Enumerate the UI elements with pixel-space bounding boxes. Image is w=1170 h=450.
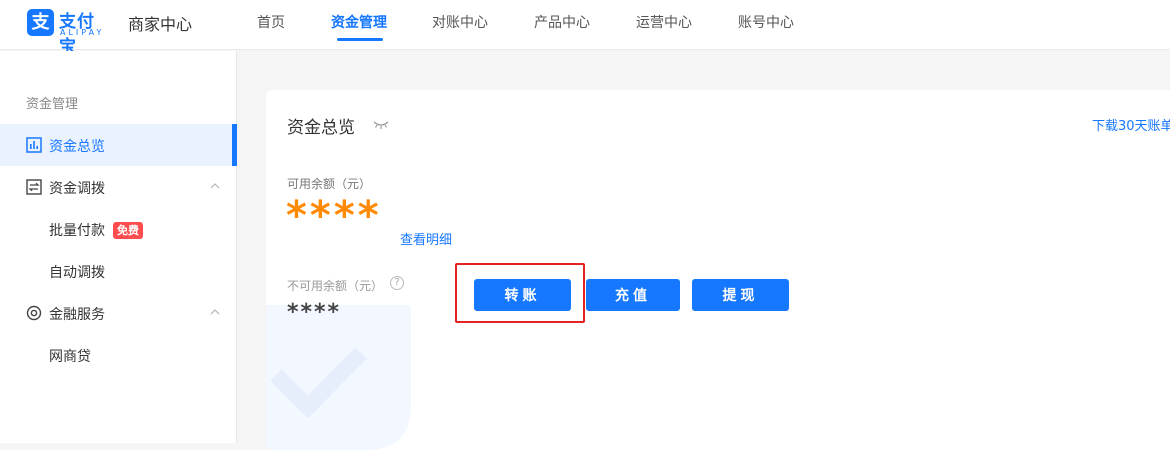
page-title: 资金总览 [287, 118, 355, 138]
unavailable-balance-value: **** [287, 300, 342, 325]
sidebar-subitem-loan[interactable]: 网商贷 [49, 346, 91, 366]
sidebar-subitem-auto-allocation[interactable]: 自动调拨 [49, 262, 105, 282]
sidebar-item-overview[interactable]: 资金总览 [0, 124, 237, 166]
unavailable-balance-label: 不可用余额（元） [287, 279, 384, 293]
sidebar: 资金管理 资金总览 资金调拨 批量付款 免费 自动调拨 金融服务 网商贷 [0, 51, 237, 443]
transfer-icon [26, 179, 42, 195]
available-balance-label: 可用余额（元） [287, 177, 372, 191]
sidebar-section-title: 资金管理 [26, 97, 79, 112]
top-bar: 支 支付宝 ALIPAY 商家中心 首页 资金管理 对账中心 产品中心 运营中心… [0, 0, 1170, 57]
transfer-highlight-box [455, 263, 585, 323]
bar-chart-icon [26, 137, 42, 153]
alipay-logo-icon: 支 [27, 9, 54, 36]
nav-account[interactable]: 账号中心 [738, 12, 794, 32]
sidebar-item-label: 金融服务 [49, 307, 105, 323]
help-icon[interactable]: ? [390, 276, 404, 290]
free-badge: 免费 [113, 222, 143, 239]
hide-eye-icon[interactable] [372, 118, 390, 130]
nav-reconciliation[interactable]: 对账中心 [432, 12, 488, 32]
sidebar-item-financial-services[interactable]: 金融服务 [0, 292, 237, 334]
funds-overview-card: 资金总览 下载30天账单 可用余额（元） **** 查看明细 不可用余额（元） … [266, 90, 1170, 450]
nav-operations[interactable]: 运营中心 [636, 12, 692, 32]
sidebar-subitem-batch-pay[interactable]: 批量付款 [49, 220, 105, 240]
view-details-link[interactable]: 查看明细 [400, 229, 452, 248]
nav-products[interactable]: 产品中心 [534, 12, 590, 32]
download-statement-link[interactable]: 下载30天账单 [1092, 115, 1170, 134]
sidebar-item-label: 资金调拨 [49, 181, 105, 197]
sidebar-item-label: 资金总览 [49, 139, 105, 155]
brand-title: 商家中心 [128, 15, 193, 34]
nav-active-indicator [337, 38, 383, 41]
alipay-logo[interactable]: 支 支付宝 ALIPAY [27, 7, 111, 57]
withdraw-button[interactable]: 提现 [692, 279, 789, 311]
nav-home[interactable]: 首页 [257, 12, 285, 32]
recharge-button[interactable]: 充值 [586, 279, 680, 311]
nav-funds[interactable]: 资金管理 [331, 12, 387, 32]
watermark-shield-icon [266, 305, 411, 450]
target-icon [26, 305, 42, 321]
available-balance-value: **** [286, 193, 382, 239]
logo-subtext: ALIPAY [60, 28, 105, 37]
chevron-up-icon[interactable] [209, 306, 221, 318]
chevron-up-icon[interactable] [209, 180, 221, 192]
sidebar-item-allocation[interactable]: 资金调拨 [0, 166, 237, 208]
